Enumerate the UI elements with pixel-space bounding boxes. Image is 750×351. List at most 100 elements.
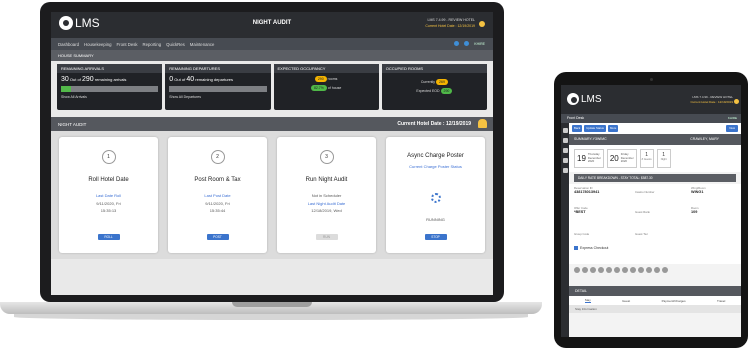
laptop-screen: LMS NIGHT AUDIT LMS 7.4.99 - REVIEW HOTE…: [51, 12, 493, 295]
show-all-departures-toggle[interactable]: Show All Departures: [165, 92, 270, 102]
step-date: 12/18/2019, Wed: [311, 208, 342, 213]
lms-logo[interactable]: LMS: [567, 93, 602, 105]
post-room-tax-card: 2 Post Room & Tax Last Post Date 9/11/20…: [168, 137, 267, 253]
nav-quickres[interactable]: QuickRes: [166, 42, 185, 47]
group-code-field[interactable]: Group Code: [574, 232, 589, 236]
dollar-icon[interactable]: [646, 267, 652, 273]
tab-stay[interactable]: Stay: [584, 298, 591, 303]
expected-rooms-badge: 290: [314, 76, 327, 82]
occupancy-card: EXPECTED OCCUPANCY 290 rooms 82.7% of ho…: [273, 64, 379, 110]
tag-icon[interactable]: [614, 267, 620, 273]
more-button[interactable]: More: [607, 125, 619, 132]
nav-reporting[interactable]: Reporting: [143, 42, 162, 47]
guest-icon[interactable]: [574, 267, 580, 273]
guest-tier-field[interactable]: Guest Tier: [635, 232, 648, 236]
step-link[interactable]: Last Night Audit Date: [277, 201, 376, 206]
loading-spinner-icon: [430, 193, 441, 203]
offer-code-field[interactable]: Offer Code *BEST: [574, 206, 588, 214]
step-link[interactable]: Last Date Roll: [59, 193, 158, 198]
daily-rate-dropdown[interactable]: DAILY RATE BREAKDOWN - STAY TOTAL: $587.…: [574, 174, 736, 182]
update-status-button[interactable]: Update Status: [584, 125, 606, 132]
departures-title: REMAINING DEPARTURES: [165, 64, 271, 73]
calendar-icon[interactable]: [562, 148, 568, 153]
hotel-date: Current Hotel Date : 12/19/2019: [425, 24, 475, 28]
house-summary-title: HOUSE SUMMARY: [58, 53, 94, 58]
new-button[interactable]: New: [726, 125, 738, 132]
post-button[interactable]: POST: [206, 234, 229, 240]
link-icon[interactable]: [630, 267, 636, 273]
room-field[interactable]: Room 109: [691, 206, 698, 214]
step-number: 2: [210, 150, 225, 164]
mail-icon[interactable]: [662, 267, 668, 273]
property-info: LMS 7.4.99 - REVIEW HOTEL Current Hotel …: [690, 95, 733, 104]
departures-total: 40: [186, 76, 195, 83]
tablet-nav: Front Desk KHIRE: [561, 114, 741, 123]
sun-icon: [734, 99, 739, 104]
nav-housekeeping[interactable]: Housekeeping: [84, 42, 111, 47]
step-number: 1: [101, 150, 116, 164]
show-all-arrivals-toggle[interactable]: Show All Arrivals: [57, 92, 162, 102]
user-menu[interactable]: KHIRE: [728, 116, 737, 120]
express-checkout-checkbox[interactable]: Express Checkout: [574, 246, 608, 250]
home-icon[interactable]: [562, 128, 568, 133]
camera-icon: [650, 78, 653, 81]
guest-rank-field[interactable]: Guest Rank: [635, 210, 650, 214]
card-icon[interactable]: [654, 267, 660, 273]
detail-header[interactable]: DETAIL: [569, 286, 741, 296]
tablet-header: LMS LMS 7.4.99 - REVIEW HOTEL Current Ho…: [561, 85, 741, 114]
house-summary-header[interactable]: HOUSE SUMMARY: [51, 50, 493, 61]
notification-icon[interactable]: [454, 41, 460, 46]
bell-icon[interactable]: [478, 119, 487, 128]
nav-dashboard[interactable]: Dashboard: [58, 42, 79, 47]
document-icon[interactable]: [562, 158, 568, 163]
list-icon[interactable]: [562, 168, 568, 173]
alert-icon[interactable]: [606, 267, 612, 273]
step-date: 9/11/2020, Fri: [96, 201, 121, 206]
stop-button[interactable]: STOP: [424, 234, 447, 240]
guest-count[interactable]: 1 # Guests: [639, 149, 654, 168]
tab-payment-charges[interactable]: Payment/Charges: [662, 299, 686, 303]
roll-button[interactable]: ROLL: [97, 234, 120, 240]
departure-date[interactable]: 20 Friday December 2020: [606, 149, 637, 168]
occupied-title: OCCUPIED ROOMS: [381, 64, 487, 73]
settings-icon[interactable]: [464, 41, 470, 46]
arrivals-card: REMAINING ARRIVALS 30 Out of 290 remaini…: [57, 64, 163, 110]
wing-room-field[interactable]: Wing/Room WING1: [691, 186, 706, 194]
poster-status: RUNNING: [426, 217, 445, 222]
info-icon[interactable]: [590, 267, 596, 273]
logo-text: LMS: [581, 93, 602, 105]
nav-maintenance[interactable]: Maintenance: [190, 42, 215, 47]
arrival-date[interactable]: 19 Thursday December 2020: [574, 149, 604, 168]
step-title: Post Room & Tax: [194, 177, 241, 183]
summary-bar[interactable]: SUMMARY-Y3WIMC CRAWLEY, MARY: [569, 134, 741, 145]
night-audit-steps: 1 Roll Hotel Date Last Date Roll 9/11/20…: [51, 131, 493, 259]
departures-count-line: 0 Out of 40 remaining departures: [169, 76, 234, 83]
night-audit-date: Current Hotel Date : 12/19/2019: [397, 121, 471, 127]
reservation-id-field[interactable]: Reservation ID 438178013941: [574, 186, 599, 194]
casino-number-field[interactable]: Casino Number: [635, 190, 654, 194]
tab-guest[interactable]: Guest: [622, 299, 630, 303]
main-nav: Dashboard Housekeeping Front Desk Report…: [51, 38, 493, 50]
nav-front-desk[interactable]: Front Desk: [117, 42, 138, 47]
step-link[interactable]: Last Post Date: [168, 193, 267, 198]
arrivals-count: 30: [61, 76, 69, 83]
arrivals-title: REMAINING ARRIVALS: [57, 64, 163, 73]
night-count[interactable]: 1 Night: [656, 149, 671, 168]
reservation-toolbar: Back Update Status More New: [569, 123, 741, 134]
summary-label: SUMMARY-Y3WIMC: [574, 137, 607, 141]
user-menu[interactable]: KHIRE: [474, 42, 485, 46]
logo-icon: [567, 93, 579, 105]
guest-name: CRAWLEY, MARY: [690, 137, 719, 141]
print-icon[interactable]: [638, 267, 644, 273]
step-number: 3: [319, 150, 334, 164]
lock-icon[interactable]: [582, 267, 588, 273]
tab-travel[interactable]: Travel: [717, 299, 725, 303]
nav-title: Front Desk: [567, 116, 585, 120]
chat-icon[interactable]: [598, 267, 604, 273]
back-button[interactable]: Back: [572, 125, 583, 132]
run-button[interactable]: RUN: [315, 234, 338, 240]
step-link[interactable]: Current Charge Poster Status: [386, 164, 485, 169]
history-icon[interactable]: [622, 267, 628, 273]
occupancy-title: EXPECTED OCCUPANCY: [273, 64, 379, 73]
search-icon[interactable]: [562, 138, 568, 143]
